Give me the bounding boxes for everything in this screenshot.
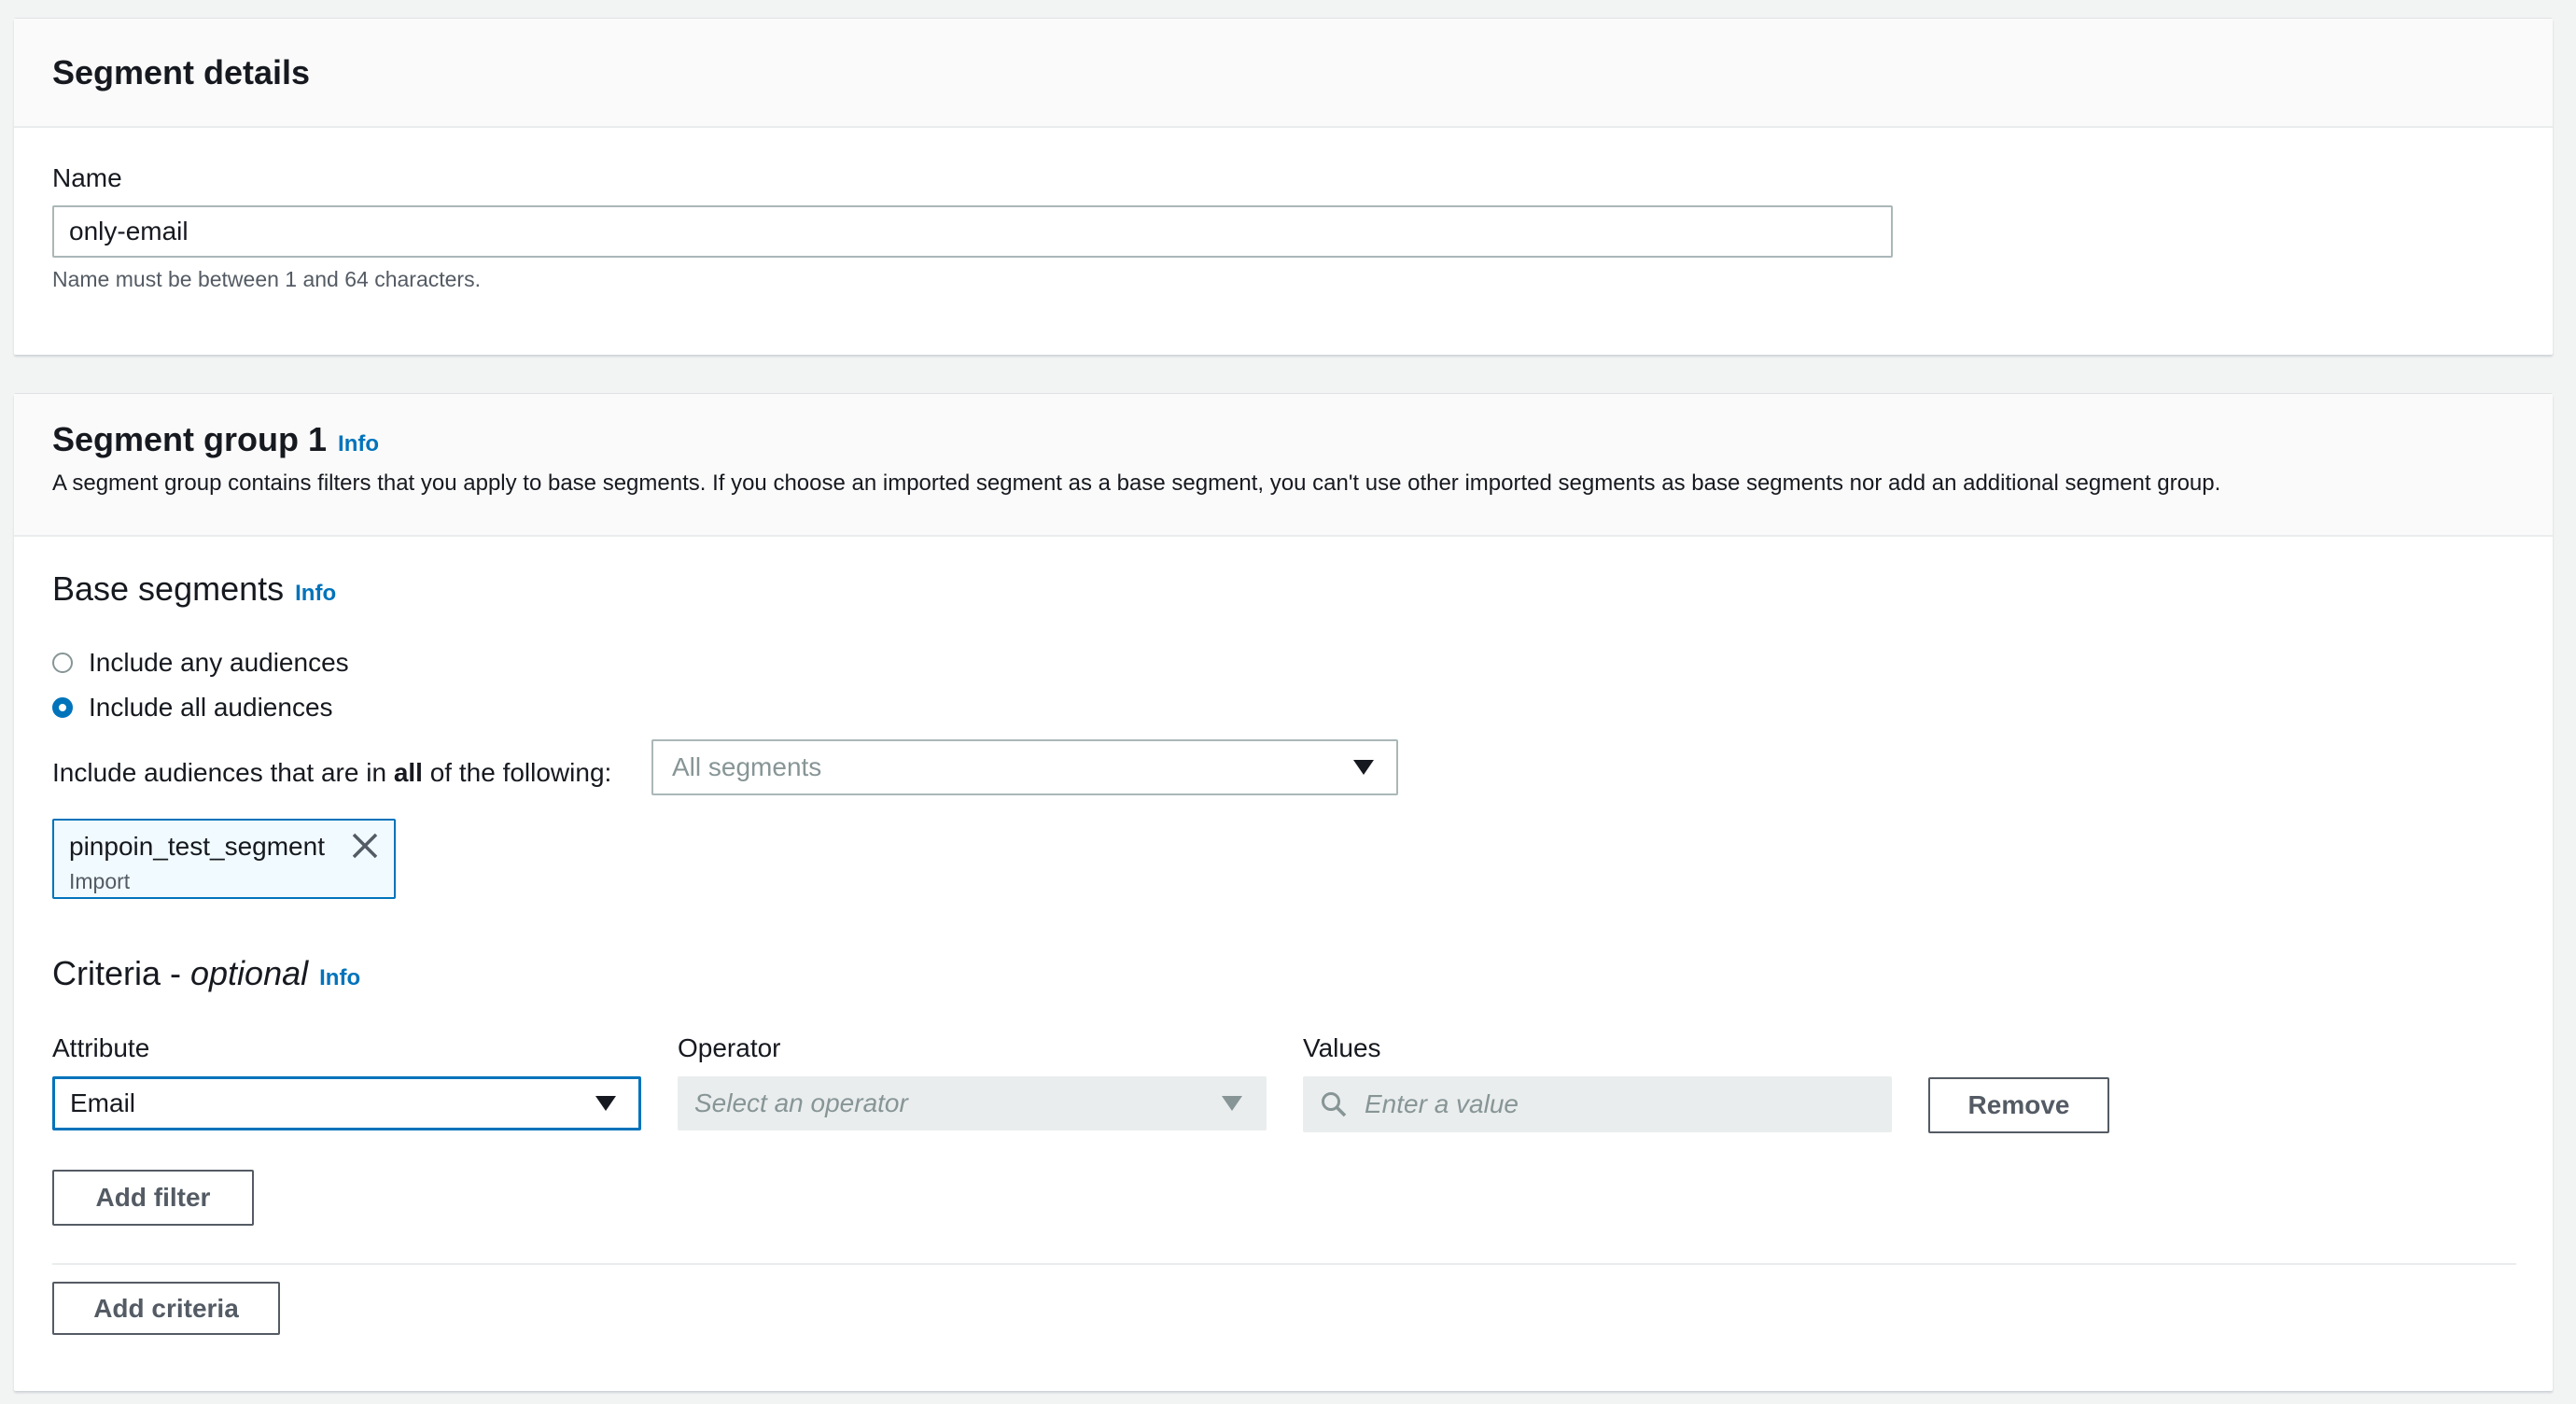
radio-any-button[interactable] <box>52 653 73 673</box>
base-segments-info-link[interactable]: Info <box>295 581 336 607</box>
criteria-title-optional: optional <box>190 954 309 992</box>
search-icon <box>1320 1090 1348 1118</box>
segment-group-info-link[interactable]: Info <box>338 431 379 457</box>
token-sub: Import <box>69 869 131 893</box>
criteria-divider <box>52 1263 2516 1265</box>
name-input-value: only-email <box>69 217 189 246</box>
include-bold: all <box>393 758 423 787</box>
radio-include-any[interactable]: Include any audiences <box>52 648 349 678</box>
segments-select[interactable]: All segments <box>651 739 1398 795</box>
include-suffix: of the following: <box>422 758 612 787</box>
radio-any-label: Include any audiences <box>89 648 349 677</box>
radio-all-button[interactable] <box>52 697 73 718</box>
close-icon[interactable] <box>351 832 379 860</box>
segment-group-panel: Segment group 1 Info A segment group con… <box>14 394 2553 1391</box>
attribute-label: Attribute <box>52 1033 150 1062</box>
operator-select[interactable]: Select an operator <box>678 1076 1267 1130</box>
values-input-placeholder: Enter a value <box>1365 1089 1519 1118</box>
segment-token: pinpoin_test_segment Import <box>52 819 396 899</box>
values-label: Values <box>1303 1033 1381 1062</box>
attribute-select-value: Email <box>70 1088 136 1117</box>
name-helper-text: Name must be between 1 and 64 characters… <box>52 267 481 291</box>
chevron-down-icon <box>1222 1096 1242 1111</box>
segment-group-description: A segment group contains filters that yo… <box>52 470 2221 496</box>
name-input[interactable]: only-email <box>52 205 1893 258</box>
operator-label: Operator <box>678 1033 781 1062</box>
radio-include-all[interactable]: Include all audiences <box>52 693 333 723</box>
criteria-heading: Criteria - optional Info <box>52 954 360 993</box>
segment-details-panel: Segment details Name only-email Name mus… <box>14 19 2553 355</box>
attribute-select[interactable]: Email <box>52 1076 641 1130</box>
segments-select-placeholder: All segments <box>672 752 822 781</box>
add-filter-button[interactable]: Add filter <box>52 1170 254 1226</box>
add-criteria-button[interactable]: Add criteria <box>52 1282 280 1335</box>
token-name: pinpoin_test_segment <box>69 832 325 861</box>
base-segments-title: Base segments <box>52 569 285 608</box>
chevron-down-icon <box>595 1096 616 1111</box>
radio-all-label: Include all audiences <box>89 693 333 722</box>
segment-details-header: Segment details <box>14 19 2553 128</box>
criteria-info-link[interactable]: Info <box>319 965 360 991</box>
include-audiences-label: Include audiences that are in all of the… <box>52 758 611 788</box>
values-input[interactable]: Enter a value <box>1303 1076 1892 1132</box>
segment-group-title: Segment group 1 <box>52 420 328 458</box>
operator-select-placeholder: Select an operator <box>694 1088 908 1117</box>
segment-group-header: Segment group 1 Info A segment group con… <box>14 394 2553 537</box>
chevron-down-icon <box>1353 760 1374 775</box>
remove-button[interactable]: Remove <box>1928 1077 2109 1133</box>
include-prefix: Include audiences that are in <box>52 758 394 787</box>
segment-details-title: Segment details <box>52 52 311 91</box>
base-segments-heading: Base segments Info <box>52 569 336 609</box>
name-label: Name <box>52 163 122 192</box>
criteria-title: Criteria - <box>52 954 191 992</box>
